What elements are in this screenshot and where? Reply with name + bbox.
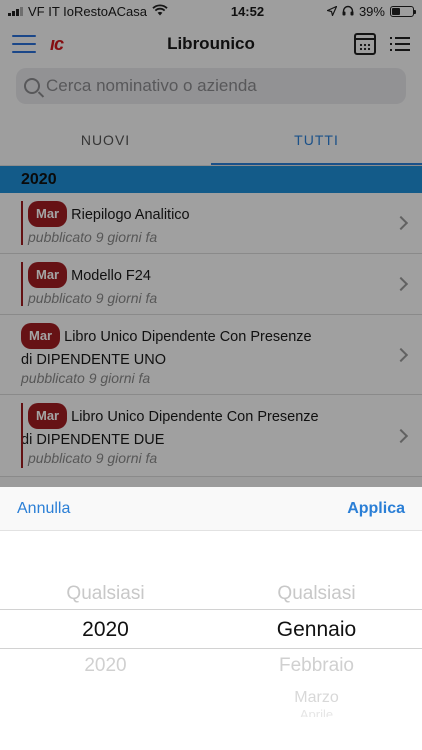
document-title: Mar Libro Unico Dipendente Con Presenze [28, 403, 382, 429]
document-subtitle: pubblicato 9 giorni fa [28, 450, 158, 466]
document-title: Mar Modello F24 [28, 262, 382, 288]
month-wheel[interactable]: Qualsiasi Gennaio Febbraio Marzo Aprile [211, 531, 422, 750]
document-subtitle: pubblicato 9 giorni fa [28, 229, 158, 245]
cancel-button[interactable]: Annulla [17, 500, 70, 518]
nav-left: ıc [12, 34, 102, 55]
nav-bar: ıc Librounico [0, 22, 422, 66]
wifi-icon [152, 3, 168, 19]
row-accent-bar [21, 262, 23, 306]
tab-nuovi[interactable]: NUOVI [0, 114, 211, 165]
location-arrow-icon [325, 4, 338, 19]
carrier-label: VF IT IoRestoACasa [28, 3, 147, 19]
wheel-option[interactable]: Qualsiasi [0, 583, 211, 605]
tab-tutti[interactable]: TUTTI [211, 114, 422, 165]
list-icon[interactable] [389, 37, 410, 51]
document-title-text: Modello F24 [71, 268, 151, 284]
apply-button[interactable]: Applica [347, 500, 405, 518]
year-wheel[interactable]: Qualsiasi 2020 2020 [0, 531, 211, 750]
status-left: VF IT IoRestoACasa [8, 4, 168, 19]
chevron-right-icon [393, 215, 409, 231]
search-input[interactable]: Cerca nominativo o azienda [16, 68, 406, 104]
document-row[interactable]: Mar Libro Unico Dipendente Con Presenze d… [0, 395, 422, 477]
clock: 14:52 [230, 3, 265, 19]
chevron-right-icon [393, 276, 409, 292]
row-accent-bar [21, 201, 23, 245]
wheel-option[interactable]: Febbraio [211, 655, 422, 677]
calendar-icon[interactable] [353, 33, 376, 55]
row-accent-bar [21, 403, 23, 468]
month-badge: Mar [28, 403, 68, 429]
document-title-text: Riepilogo Analitico [71, 207, 190, 223]
wheel-option[interactable]: Aprile [211, 707, 422, 717]
app-background: VF IT IoRestoACasa 14:52 39% ıc Librouni… [0, 0, 422, 487]
wheel-option[interactable]: Marzo [211, 689, 422, 707]
tab-bar: NUOVI TUTTI [0, 114, 422, 166]
signal-icon [8, 6, 23, 16]
search-placeholder: Cerca nominativo o azienda [46, 76, 257, 95]
app-logo: ıc [50, 33, 64, 54]
document-title-line2: di DIPENDENTE DUE [21, 432, 165, 448]
document-subtitle: pubblicato 9 giorni fa [28, 290, 158, 306]
search-container: Cerca nominativo o azienda [0, 66, 422, 114]
menu-icon[interactable] [12, 35, 36, 53]
month-badge: Mar [28, 201, 68, 227]
section-header-year: 2020 [0, 166, 422, 193]
picker-wheels: Qualsiasi 2020 2020 Qualsiasi Gennaio Fe… [0, 531, 422, 750]
month-badge: Mar [21, 323, 61, 349]
wheel-option[interactable]: 2020 [0, 655, 211, 677]
wheel-option-selected[interactable]: Gennaio [211, 618, 422, 642]
picker-toolbar: Annulla Applica [0, 487, 422, 531]
status-bar: VF IT IoRestoACasa 14:52 39% [0, 0, 422, 22]
search-icon [24, 78, 40, 94]
document-row[interactable]: Mar Riepilogo Analitico pubblicato 9 gior… [0, 193, 422, 254]
document-row[interactable]: Mar Modello F24 pubblicato 9 giorni fa [0, 254, 422, 315]
chevron-right-icon [393, 428, 409, 443]
month-badge: Mar [28, 262, 68, 288]
nav-right [320, 33, 410, 55]
wheel-option[interactable]: Qualsiasi [211, 583, 422, 605]
document-title-text: Libro Unico Dipendente Con Presenze [71, 409, 319, 425]
status-right: 39% [325, 3, 416, 19]
battery-icon [389, 5, 416, 17]
date-picker-sheet: Annulla Applica Qualsiasi 2020 2020 Qual… [0, 487, 422, 750]
chevron-right-icon [393, 347, 409, 362]
document-subtitle: pubblicato 9 giorni fa [21, 370, 151, 386]
document-title: Mar Riepilogo Analitico [28, 201, 382, 227]
document-row[interactable]: Mar Libro Unico Dipendente Con Presenze d… [0, 315, 422, 395]
battery-percent: 39% [358, 3, 385, 19]
document-title-line2: di DIPENDENTE UNO [21, 352, 167, 368]
wheel-option-selected[interactable]: 2020 [0, 618, 211, 642]
page-title: Librounico [167, 34, 255, 53]
document-title-text: Libro Unico Dipendente Con Presenze [64, 329, 312, 345]
document-title: Mar Libro Unico Dipendente Con Presenze [21, 323, 382, 349]
headphones-icon [342, 4, 354, 19]
